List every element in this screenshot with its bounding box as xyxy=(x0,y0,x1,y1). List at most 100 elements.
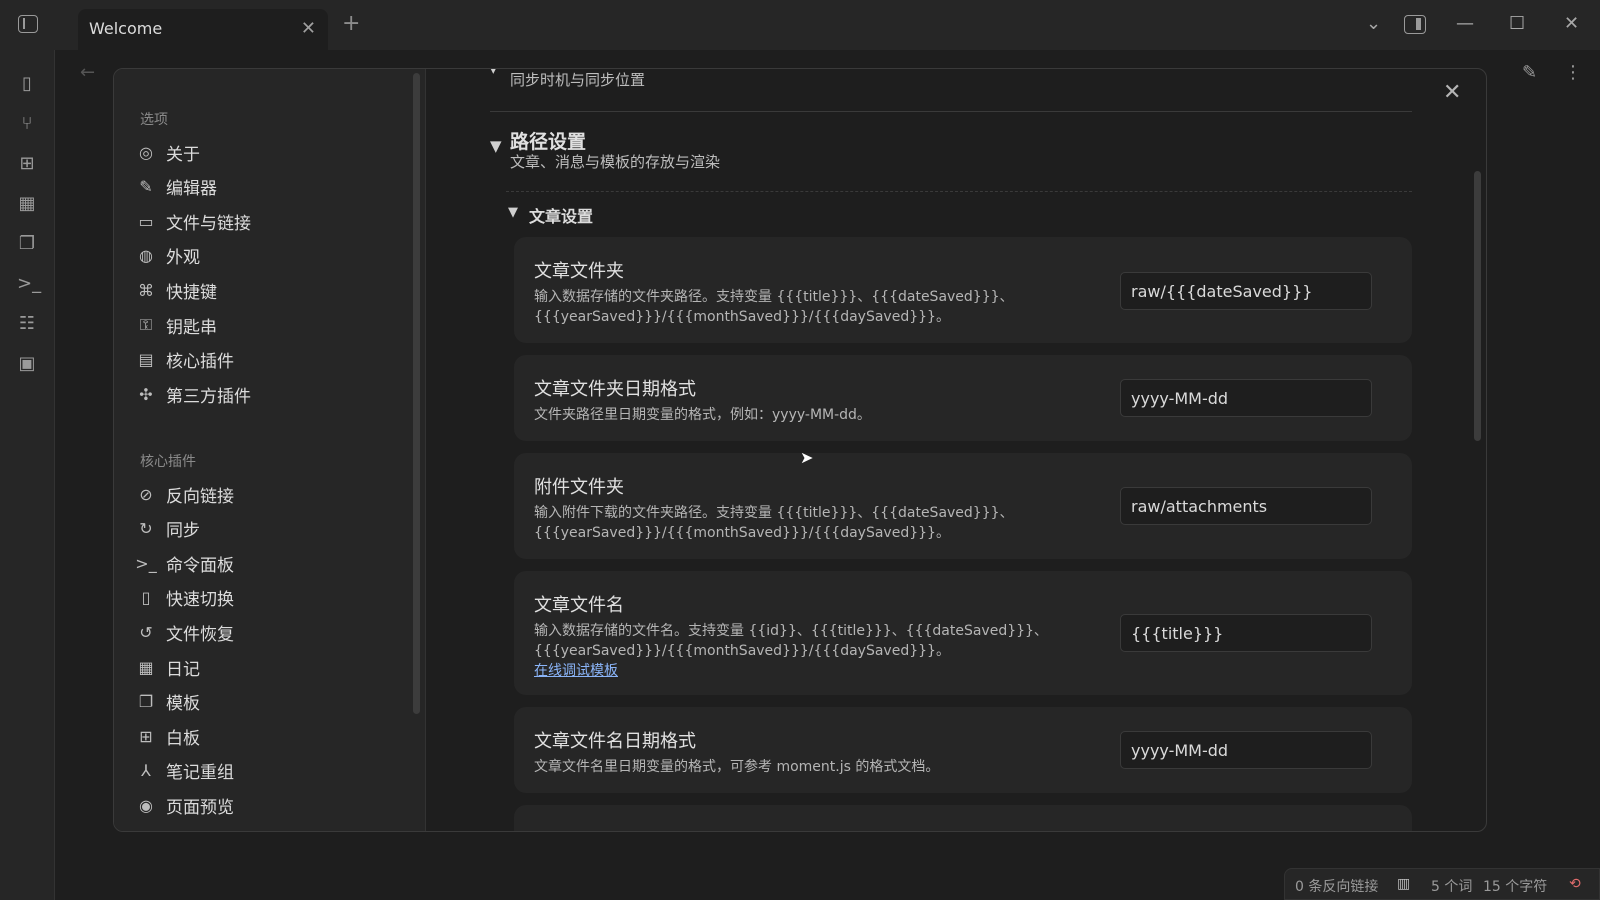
sidebar-item-5[interactable]: ⌘ 快捷键 xyxy=(136,274,406,306)
tab-close-icon[interactable]: ✕ xyxy=(301,19,316,39)
collapse-caret-icon[interactable]: ▾ xyxy=(490,69,497,78)
reading-mode-icon[interactable]: ▥ xyxy=(1397,876,1410,892)
sidebar-item-3[interactable]: >_ 命令面板 xyxy=(135,547,406,579)
char-count: 15 个字符 xyxy=(1483,879,1548,895)
setting-name: 文章文件名日期格式 xyxy=(534,731,696,752)
article-folder-input[interactable] xyxy=(1120,272,1372,310)
setting-desc: {{{yearSaved}}}/{{{monthSaved}}}/{{{dayS… xyxy=(534,309,950,325)
sidebar-item-label: 关于 xyxy=(166,144,200,165)
setting-name: 文章文件名 xyxy=(534,595,624,616)
sidebar-item-6[interactable]: ⚿ 钥匙串 xyxy=(136,309,406,341)
sidebar-item-7[interactable]: ▤ 核心插件 xyxy=(136,344,406,376)
section-options-title: 选项 xyxy=(140,112,168,128)
sidebar-item-label: 命令面板 xyxy=(166,555,234,576)
close-window-icon[interactable]: ✕ xyxy=(1564,12,1579,36)
section-core-plugins-title: 核心插件 xyxy=(140,454,196,470)
path-section-title[interactable]: 路径设置 xyxy=(510,127,586,154)
sidebar-item-1[interactable]: ◎ 关于 xyxy=(136,136,406,168)
sidebar-item-2[interactable]: ✎ 编辑器 xyxy=(136,171,406,203)
sidebar-item-label: 核心插件 xyxy=(166,352,234,373)
article-filename-input[interactable] xyxy=(1120,614,1372,652)
setting-desc: {{{yearSaved}}}/{{{monthSaved}}}/{{{dayS… xyxy=(534,525,950,541)
canvas-icon[interactable]: ⊞ xyxy=(17,154,37,174)
calendar-plugin-icon: ▤ xyxy=(138,350,154,370)
maximize-icon[interactable]: ☐ xyxy=(1509,12,1525,36)
command-palette-icon[interactable]: >_ xyxy=(17,274,41,294)
tab-title: Welcome xyxy=(89,19,163,38)
sidebar-item-3[interactable]: ▭ 文件与链接 xyxy=(136,205,406,237)
graph-view-icon[interactable]: ⑂ xyxy=(17,114,37,134)
filename-date-format-input[interactable] xyxy=(1120,731,1372,769)
path-section-desc: 文章、消息与模板的存放与渲染 xyxy=(510,153,721,171)
backlinks-count[interactable]: 0 条反向链接 xyxy=(1295,876,1378,896)
copy-icon: ❐ xyxy=(138,692,154,712)
attachment-folder-input[interactable] xyxy=(1120,487,1372,525)
setting-name: 文章文件夹日期格式 xyxy=(534,379,696,400)
sidebar-item-6[interactable]: ▦ 日记 xyxy=(136,651,406,683)
sidebar-item-7[interactable]: ❐ 模板 xyxy=(136,686,406,718)
status-bar: 0 条反向链接 ▥ 5 个词 15 个字符 ⟲ xyxy=(1284,868,1600,900)
folder-date-format-input[interactable] xyxy=(1120,379,1372,417)
setting-desc: 文章文件名里日期变量的格式，可参考 moment.js 的格式文档。 xyxy=(534,759,940,775)
back-arrow-icon[interactable]: ← xyxy=(80,62,95,83)
sidebar-item-8[interactable]: ✣ 第三方插件 xyxy=(136,378,406,410)
setting-card-article-folder: 文章文件夹 输入数据存储的文件夹路径。支持变量 {{{title}}}、{{{d… xyxy=(514,237,1412,343)
sidebar-item-10[interactable]: ◉ 页面预览 xyxy=(136,789,406,821)
backlink-icon: ⊘ xyxy=(139,484,153,504)
mouse-cursor-icon: ➤ xyxy=(800,448,814,467)
setting-desc: 输入数据存储的文件名。支持变量 {{id}}、{{{title}}}、{{{da… xyxy=(534,623,1048,639)
tab-list-chevron-icon[interactable]: ⌄ xyxy=(1366,12,1381,36)
content-scrollbar[interactable] xyxy=(1474,171,1481,441)
setting-desc: 输入附件下载的文件夹路径。支持变量 {{{title}}}、{{{dateSav… xyxy=(534,505,1014,521)
sidebar-scrollbar[interactable] xyxy=(413,73,420,714)
setting-desc: 文件夹路径里日期变量的格式，例如：yyyy-MM-dd。 xyxy=(534,407,871,423)
sidebar-item-label: 编辑器 xyxy=(166,179,217,200)
sidebar-item-label: 模板 xyxy=(166,694,200,715)
setting-desc: 输入数据存储的文件夹路径。支持变量 {{{title}}}、{{{dateSav… xyxy=(534,289,1014,305)
left-ribbon: ▯ ⑂ ⊞ ▦ ❐ >_ ☷ ▣ xyxy=(0,50,55,900)
sidebar-item-4[interactable]: ◍ 外观 xyxy=(136,240,406,272)
sidebar-item-label: 日记 xyxy=(166,659,200,680)
tab-welcome[interactable]: Welcome ✕ xyxy=(78,9,328,50)
article-section-title[interactable]: 文章设置 xyxy=(529,203,593,227)
article-section-caret-icon[interactable]: ▼ xyxy=(508,205,518,220)
sidebar-item-label: 笔记重组 xyxy=(166,763,234,784)
more-options-icon[interactable]: ⋮ xyxy=(1564,62,1582,83)
right-sidebar-toggle-icon[interactable] xyxy=(1404,15,1426,34)
minimize-icon[interactable]: — xyxy=(1456,12,1474,36)
sync-status-icon[interactable]: ⟲ xyxy=(1569,876,1581,892)
sidebar-item-1[interactable]: ⊘ 反向链接 xyxy=(136,478,406,510)
publish-icon[interactable]: ▣ xyxy=(17,354,37,374)
calendar-icon: ▦ xyxy=(138,657,154,677)
sidebar-item-label: 白板 xyxy=(166,728,200,749)
user-circle-icon: ◎ xyxy=(139,142,153,162)
sidebar-item-label: 钥匙串 xyxy=(166,317,217,338)
terminal-icon: >_ xyxy=(135,553,157,573)
puzzle-icon: ✣ xyxy=(139,384,153,404)
file-switch-icon: ▯ xyxy=(141,588,151,608)
sidebar-item-9[interactable]: ⅄ 笔记重组 xyxy=(136,755,406,787)
dashed-divider xyxy=(506,191,1412,192)
word-count: 5 个词 xyxy=(1431,879,1473,895)
daily-note-icon[interactable]: ▦ xyxy=(17,194,37,214)
palette-icon: ◍ xyxy=(139,246,153,266)
sidebar-item-4[interactable]: ▯ 快速切换 xyxy=(136,582,406,614)
folder-icon: ▭ xyxy=(138,211,154,231)
sidebar-item-2[interactable]: ↻ 同步 xyxy=(136,513,406,545)
setting-card-article-filename: 文章文件名 输入数据存储的文件名。支持变量 {{id}}、{{{title}}}… xyxy=(514,571,1412,695)
online-template-debug-link[interactable]: 在线调试模板 xyxy=(534,660,618,680)
templates-icon[interactable]: ❐ xyxy=(17,234,37,254)
sidebar-item-label: 文件与链接 xyxy=(166,213,251,234)
pencil-icon: ✎ xyxy=(139,177,153,197)
sidebar-item-5[interactable]: ↺ 文件恢复 xyxy=(136,616,406,648)
sidebar-item-8[interactable]: ⊞ 白板 xyxy=(136,720,406,752)
left-sidebar-toggle-icon[interactable] xyxy=(18,15,38,33)
setting-card-next xyxy=(514,805,1412,831)
new-tab-icon[interactable]: + xyxy=(342,12,360,36)
open-quick-switcher-icon[interactable]: ▯ xyxy=(17,74,37,94)
setting-card-attachment-folder: 附件文件夹 输入附件下载的文件夹路径。支持变量 {{{title}}}、{{{d… xyxy=(514,453,1412,559)
outline-icon[interactable]: ☷ xyxy=(17,314,37,334)
edit-icon[interactable]: ✎ xyxy=(1522,62,1537,83)
path-section-caret-icon[interactable]: ▼ xyxy=(490,137,502,155)
preview-icon: ◉ xyxy=(139,795,153,815)
